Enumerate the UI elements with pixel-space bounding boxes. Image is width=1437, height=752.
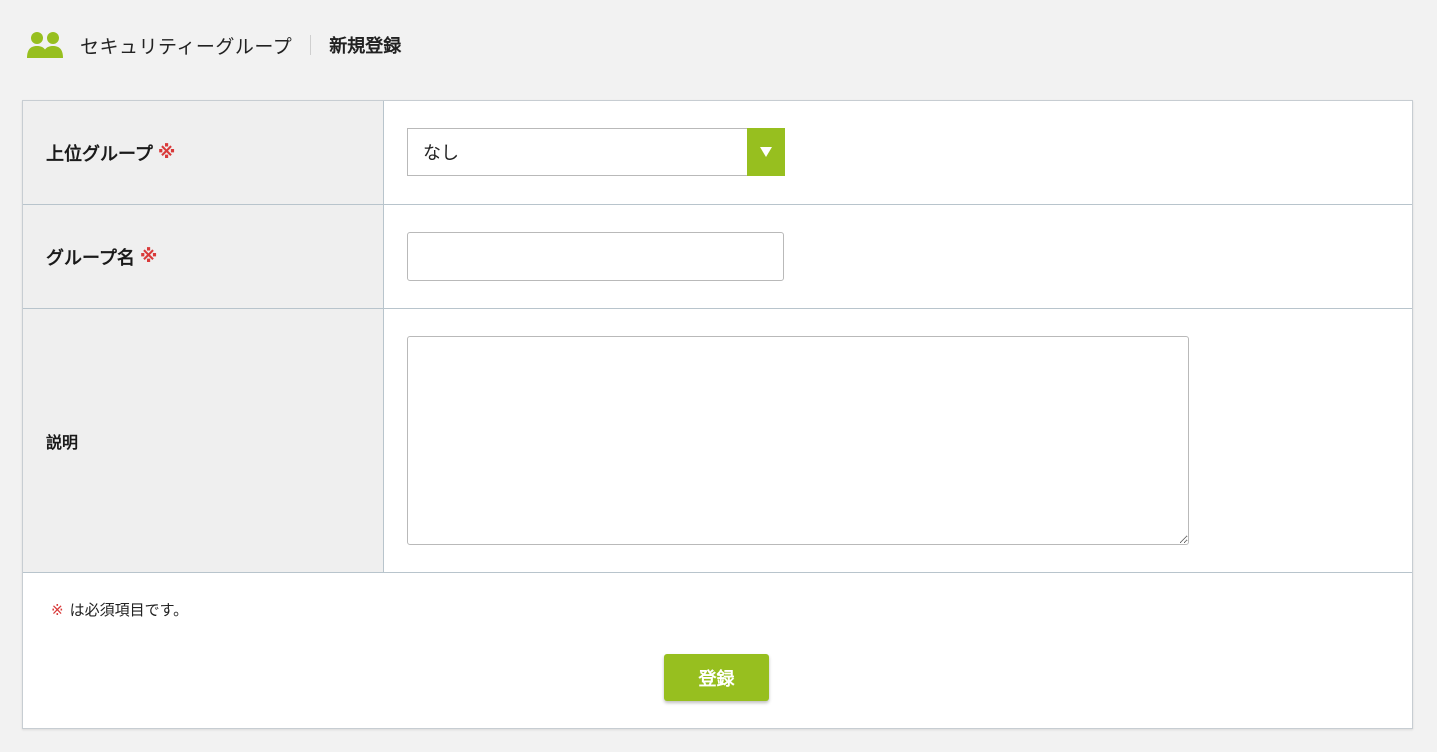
required-note: ※ は必須項目です。 — [51, 599, 188, 620]
required-mark: ※ — [51, 601, 64, 619]
group-name-label-cell: グループ名 ※ — [23, 205, 384, 308]
group-name-label: グループ名 — [46, 247, 135, 269]
parent-group-label-cell: 上位グループ ※ — [23, 101, 384, 204]
required-note-text: は必須項目です。 — [69, 601, 189, 619]
description-label: 説明 — [46, 432, 79, 452]
page-title: 新規登録 — [329, 36, 402, 57]
users-group-icon — [26, 30, 64, 60]
form-row-description: 説明 — [23, 309, 1412, 573]
required-mark: ※ — [139, 246, 158, 267]
group-name-input[interactable] — [407, 232, 784, 281]
header-divider — [310, 35, 312, 55]
group-name-value-cell — [385, 205, 1412, 308]
form-row-group-name: グループ名 ※ — [23, 205, 1412, 309]
required-mark: ※ — [157, 142, 176, 163]
parent-group-selected-value: なし — [423, 143, 459, 164]
parent-group-label: 上位グループ — [46, 143, 153, 165]
triangle-down-icon — [760, 146, 772, 157]
form-row-parent-group: 上位グループ ※ なし — [23, 101, 1412, 205]
select-arrow-button[interactable] — [747, 127, 785, 176]
description-value-cell — [385, 309, 1412, 572]
page-header: セキュリティーグループ 新規登録 — [26, 28, 401, 62]
description-label-cell: 説明 — [23, 309, 384, 572]
form-panel: 上位グループ ※ なし グループ名 ※ 説明 ※ は必須項目です。 登録 — [22, 100, 1413, 729]
description-textarea[interactable] — [407, 336, 1189, 545]
section-title: セキュリティーグループ — [80, 35, 293, 58]
register-button[interactable]: 登録 — [664, 654, 769, 701]
parent-group-select[interactable]: なし — [407, 127, 785, 176]
parent-group-value-cell: なし — [385, 101, 1412, 204]
